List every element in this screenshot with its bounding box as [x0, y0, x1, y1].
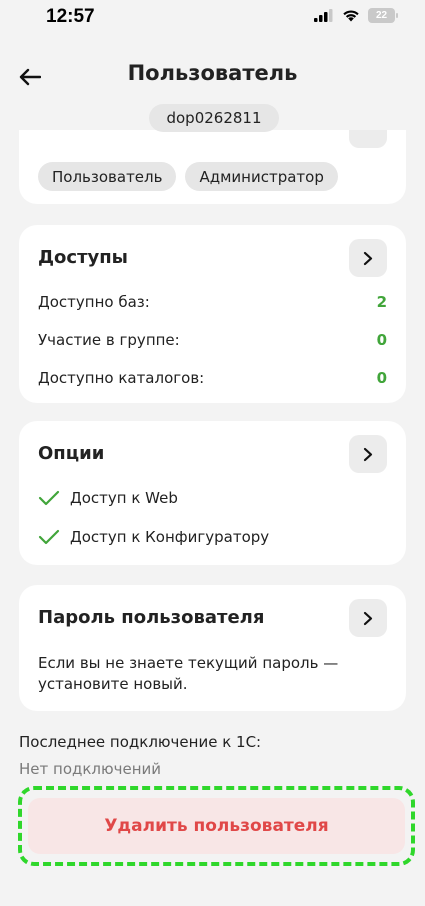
- roles-card-button-peek[interactable]: [349, 130, 387, 148]
- password-title: Пароль пользователя: [38, 607, 265, 628]
- options-open-button[interactable]: [349, 435, 387, 473]
- access-row-catalogs: Доступно каталогов: 0: [38, 369, 387, 387]
- option-item-label: Доступ к Конфигуратору: [70, 528, 270, 546]
- last-connection-value: Нет подключений: [19, 760, 162, 778]
- options-card: Опции Доступ к Web Доступ к Конфигуратор…: [19, 421, 406, 565]
- delete-button-highlight: Удалить пользователя: [18, 786, 415, 866]
- access-row-value: 0: [376, 331, 387, 349]
- login-badge: dop0262811: [149, 104, 279, 132]
- role-chips: Пользователь Администратор: [38, 162, 338, 191]
- roles-card: Пользователь Администратор: [19, 130, 406, 204]
- chevron-right-icon: [363, 251, 373, 265]
- password-hint: Если вы не знаете текущий пароль — устан…: [38, 654, 339, 693]
- access-row-value: 2: [376, 293, 387, 311]
- option-item-label: Доступ к Web: [70, 489, 178, 507]
- chevron-right-icon: [363, 447, 373, 461]
- status-bar: 12:57 22: [0, 0, 425, 40]
- status-icons: 22: [314, 8, 398, 23]
- status-time: 12:57: [46, 6, 95, 27]
- check-icon: [38, 529, 60, 545]
- access-row-value: 0: [376, 369, 387, 387]
- wifi-icon: [343, 10, 359, 22]
- battery-icon: 22: [368, 8, 398, 23]
- option-item-web: Доступ к Web: [38, 489, 178, 507]
- signal-icon: [314, 9, 333, 22]
- battery-level: 22: [375, 10, 388, 21]
- options-title: Опции: [38, 443, 105, 464]
- access-card: Доступы Доступно баз: 2 Участие в группе…: [19, 225, 406, 403]
- access-row-groups: Участие в группе: 0: [38, 331, 387, 349]
- access-row-label: Участие в группе:: [38, 331, 180, 349]
- password-open-button[interactable]: [349, 599, 387, 637]
- password-card: Пароль пользователя Если вы не знаете те…: [19, 585, 406, 711]
- chevron-right-icon: [363, 611, 373, 625]
- access-row-label: Доступно каталогов:: [38, 369, 205, 387]
- delete-user-button[interactable]: Удалить пользователя: [28, 798, 405, 854]
- access-row-bases: Доступно баз: 2: [38, 293, 387, 311]
- role-chip-user: Пользователь: [38, 162, 177, 191]
- check-icon: [38, 490, 60, 506]
- option-item-configurator: Доступ к Конфигуратору: [38, 528, 269, 546]
- header: Пользователь: [0, 55, 425, 100]
- last-connection-label: Последнее подключение к 1С:: [19, 733, 262, 751]
- access-row-label: Доступно баз:: [38, 293, 150, 311]
- access-title: Доступы: [38, 247, 128, 268]
- role-chip-admin: Администратор: [185, 162, 338, 191]
- access-open-button[interactable]: [349, 239, 387, 277]
- page-title: Пользователь: [127, 61, 298, 85]
